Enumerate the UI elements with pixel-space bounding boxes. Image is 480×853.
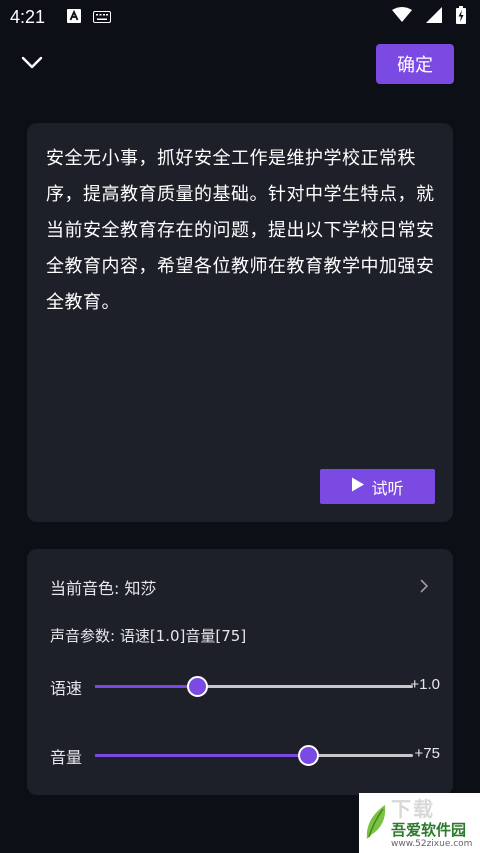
- cellular-signal-icon: [426, 7, 442, 27]
- speed-slider-row: 语速 +1.0: [50, 671, 440, 701]
- confirm-button[interactable]: 确定: [376, 44, 454, 84]
- speed-slider-track[interactable]: [95, 676, 413, 697]
- collapse-button[interactable]: [16, 50, 48, 78]
- watermark-top-text: 下载: [391, 796, 435, 821]
- chevron-right-icon: [420, 578, 429, 597]
- status-notification-icons: [67, 8, 112, 27]
- preview-button-label: 试听: [371, 478, 404, 498]
- site-watermark: 下载 吾爱软件园 www.52zixue.com: [359, 793, 480, 853]
- speed-slider-thumb[interactable]: [186, 676, 208, 697]
- preview-button[interactable]: 试听: [320, 469, 435, 504]
- volume-value: +75: [414, 745, 440, 762]
- speed-value: +1.0: [410, 676, 440, 693]
- speed-slider-fill: [95, 685, 197, 688]
- text-card: 安全无小事，抓好安全工作是维护学校正常秩序，提高教育质量的基础。针对中学生特点，…: [27, 123, 453, 522]
- volume-slider-row: 音量 +75: [50, 740, 440, 770]
- current-voice-label: 当前音色: 知莎: [50, 579, 157, 598]
- top-bar: 确定: [0, 40, 480, 90]
- leaf-logo-icon: [363, 801, 389, 845]
- status-system-icons: [392, 6, 466, 28]
- watermark-url: www.52zixue.com: [391, 838, 473, 849]
- status-bar: 4:21: [0, 0, 480, 34]
- tts-text-content[interactable]: 安全无小事，抓好安全工作是维护学校正常秩序，提高教育质量的基础。针对中学生特点，…: [46, 141, 436, 321]
- volume-slider-thumb[interactable]: [298, 745, 320, 766]
- current-voice-row[interactable]: 当前音色: 知莎: [27, 569, 453, 605]
- wifi-icon: [392, 7, 412, 27]
- status-time: 4:21: [10, 6, 46, 27]
- voice-params-text: 声音参数: 语速[1.0]音量[75]: [50, 627, 247, 645]
- chevron-down-icon: [21, 55, 43, 74]
- volume-slider-track[interactable]: [95, 745, 413, 766]
- speed-label: 语速: [50, 679, 83, 698]
- voice-settings-card: 当前音色: 知莎 声音参数: 语速[1.0]音量[75] 语速 +1.0 音量 …: [27, 549, 453, 795]
- battery-charging-icon: [456, 6, 466, 28]
- volume-label: 音量: [50, 748, 83, 767]
- play-icon: [351, 477, 365, 496]
- keyboard-icon: [93, 8, 112, 27]
- font-app-icon: [67, 8, 82, 27]
- volume-slider-fill: [95, 754, 309, 757]
- watermark-name: 吾爱软件园: [391, 820, 467, 839]
